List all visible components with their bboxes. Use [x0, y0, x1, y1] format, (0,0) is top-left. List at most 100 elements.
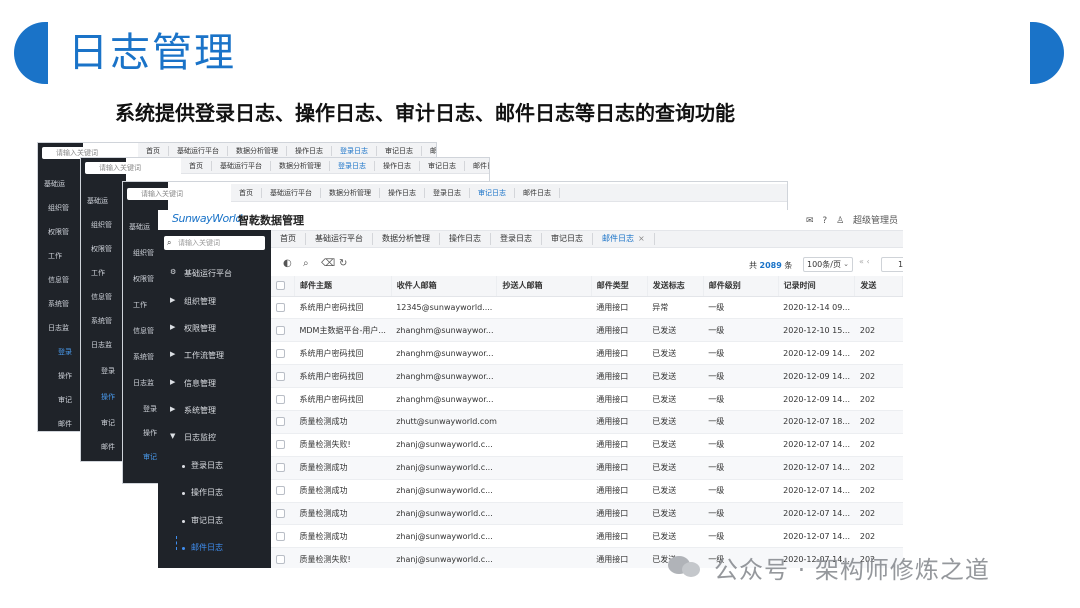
user-icon[interactable]: ♙ [836, 216, 844, 226]
tab-audit-log[interactable]: 审记日志 [542, 233, 593, 245]
chevron-down-icon: ⌄ [843, 260, 849, 268]
caret-right-icon: ▶ [170, 405, 176, 413]
table-cell: 202 [854, 410, 903, 434]
tab-platform[interactable]: 基础运行平台 [306, 233, 373, 245]
card-search: 请输入关键词 [85, 162, 177, 174]
table-row[interactable]: 系统用户密码找回 zhanghm@sunwaywor... 通用接口 已发送 一级 202… [271, 387, 903, 411]
row-checkbox[interactable] [276, 417, 285, 427]
table-cell: 202 [854, 502, 903, 526]
sidebar-item-permission[interactable]: ▶ 权限管理 [158, 317, 271, 341]
table-row[interactable]: 质量检测成功 zhanj@sunwayworld.c... 通用接口 已发送 一级 202… [271, 456, 903, 480]
row-checkbox[interactable] [276, 531, 285, 541]
table-cell: 一级 [703, 318, 779, 343]
table-row[interactable]: 系统用户密码找回 zhanghm@sunwaywor... 通用接口 已发送 一级 202… [271, 341, 903, 366]
column-header[interactable]: 发送 [854, 276, 903, 297]
row-checkbox[interactable] [276, 554, 285, 564]
table-row[interactable]: 质量检测成功 zhanj@sunwayworld.c... 通用接口 已发送 一级 202… [271, 502, 903, 526]
table-cell: zhanj@sunwayworld.c... [391, 524, 497, 549]
sidebar-item-system[interactable]: ▶ 系统管理 [158, 399, 271, 423]
row-checkbox[interactable] [276, 508, 285, 518]
table-cell: 2020-12-09 14... [778, 341, 855, 366]
sidebar-item-platform[interactable]: ⚙ 基础运行平台 [158, 262, 271, 286]
table-cell: zhanghm@sunwaywor... [391, 364, 497, 389]
table-cell: 一级 [703, 433, 779, 457]
sidebar-item-info[interactable]: ▶ 信息管理 [158, 372, 271, 396]
email-log-screenshot: SunwayWorld 智乾数据管理 ✉ ? ♙ 超级管理员 ⌕ 请输入关键词 … [158, 210, 903, 568]
table-cell: 异常 [647, 296, 704, 320]
column-header[interactable]: 抄送人邮箱 [496, 276, 592, 297]
sidebar-item-email-log[interactable]: 邮件日志 [158, 536, 271, 560]
search-icon[interactable]: ⌕ [303, 258, 309, 269]
table-cell: 通用接口 [591, 502, 648, 526]
clear-filter-icon[interactable]: ⌫ [321, 258, 335, 269]
column-header[interactable]: 邮件主题 [294, 276, 392, 297]
table-cell: 2020-12-07 14... [778, 456, 855, 480]
table-cell [496, 341, 592, 366]
user-label[interactable]: 超级管理员 [853, 216, 898, 226]
table-row[interactable]: 质量检测成功 zhanj@sunwayworld.c... 通用接口 已发送 一级 202… [271, 524, 903, 549]
column-header[interactable]: 发送标志 [647, 276, 704, 297]
sidebar-item-operation-log[interactable]: 操作日志 [158, 481, 271, 505]
column-header[interactable]: 邮件级别 [703, 276, 779, 297]
table-cell [496, 364, 592, 389]
prev-page-button[interactable]: « ‹ [859, 257, 870, 266]
table-cell: 202 [854, 479, 903, 503]
tab-bar: 首页 基础运行平台 数据分析管理 操作日志 登录日志 审记日志 邮件日志 × [271, 230, 903, 248]
table-row[interactable]: 系统用户密码找回 12345@sunwayworld.... 通用接口 异常 一级 202… [271, 296, 903, 320]
caret-right-icon: ▶ [170, 350, 176, 358]
table-cell: 一级 [703, 479, 779, 503]
table-cell: 通用接口 [591, 387, 648, 411]
table-cell: 2020-12-07 14... [778, 502, 855, 526]
table-cell: 一级 [703, 410, 779, 434]
row-checkbox[interactable] [276, 463, 285, 473]
sidebar-item-audit-log[interactable]: 审记日志 [158, 509, 271, 533]
row-checkbox[interactable] [276, 371, 285, 381]
row-checkbox[interactable] [276, 486, 285, 496]
close-icon[interactable]: × [638, 234, 645, 243]
table-row[interactable]: 质量检测失败! zhanj@sunwayworld.c... 通用接口 已发送 一级 20… [271, 433, 903, 457]
tab-data-analysis[interactable]: 数据分析管理 [373, 233, 440, 245]
mail-icon[interactable]: ✉ [806, 216, 814, 226]
select-all-checkbox[interactable] [276, 281, 285, 291]
table-cell: 质量检测成功 [294, 524, 392, 549]
toggle-icon[interactable]: ◐ [283, 258, 292, 269]
tab-email-log[interactable]: 邮件日志 × [593, 233, 655, 245]
row-checkbox[interactable] [276, 440, 285, 450]
table-cell: 12345@sunwayworld.... [391, 296, 497, 320]
table-cell: 202 [854, 318, 903, 343]
bullet-icon [182, 547, 185, 550]
table-row[interactable]: 质量检测成功 zhanj@sunwayworld.c... 通用接口 已发送 一级 202… [271, 479, 903, 503]
table-cell: 已发送 [647, 364, 704, 389]
sidebar-item-org[interactable]: ▶ 组织管理 [158, 290, 271, 314]
tab-login-log[interactable]: 登录日志 [491, 233, 542, 245]
table-cell [496, 387, 592, 411]
column-header[interactable]: 收件人邮箱 [391, 276, 498, 297]
row-checkbox[interactable] [276, 302, 285, 312]
table-row[interactable]: 质量检测成功 zhutt@sunwayworld.com 通用接口 已发送 一级 2020… [271, 410, 903, 434]
column-header[interactable]: 邮件类型 [591, 276, 648, 297]
refresh-icon[interactable]: ↻ [339, 258, 347, 269]
sidebar-item-log-monitor[interactable]: ▼ 日志监控 [158, 426, 271, 450]
caret-right-icon: ▶ [170, 323, 176, 331]
column-header[interactable]: 记录时间 [778, 276, 856, 297]
table-cell [496, 433, 592, 457]
table-row[interactable]: 系统用户密码找回 zhanghm@sunwaywor... 通用接口 已发送 一级 202… [271, 364, 903, 389]
tab-operation-log[interactable]: 操作日志 [440, 233, 491, 245]
page-number-input[interactable]: 1 [881, 257, 903, 272]
table-cell: 一级 [703, 296, 779, 320]
row-checkbox[interactable] [276, 325, 285, 335]
total-count: 共 2089 条 [749, 261, 793, 270]
sidebar-item-login-log[interactable]: 登录日志 [158, 454, 271, 478]
tab-home[interactable]: 首页 [271, 233, 306, 245]
row-checkbox[interactable] [276, 394, 285, 404]
sidebar-search-input[interactable]: ⌕ 请输入关键词 [164, 236, 265, 250]
table-row[interactable]: MDM主数据平台-用户... zhanghm@sunwaywor... 通用接口 已发… [271, 318, 903, 343]
table-cell: 2020-12-07 14... [778, 433, 855, 457]
table-cell: 通用接口 [591, 524, 648, 549]
help-icon[interactable]: ? [822, 216, 827, 226]
row-checkbox[interactable] [276, 348, 285, 358]
page-size-select[interactable]: 100条/页 ⌄ [803, 257, 853, 272]
table-cell: 2020-12-09 14... [778, 364, 855, 389]
sidebar-item-workflow[interactable]: ▶ 工作流管理 [158, 344, 271, 368]
table-cell: MDM主数据平台-用户... [294, 318, 392, 343]
